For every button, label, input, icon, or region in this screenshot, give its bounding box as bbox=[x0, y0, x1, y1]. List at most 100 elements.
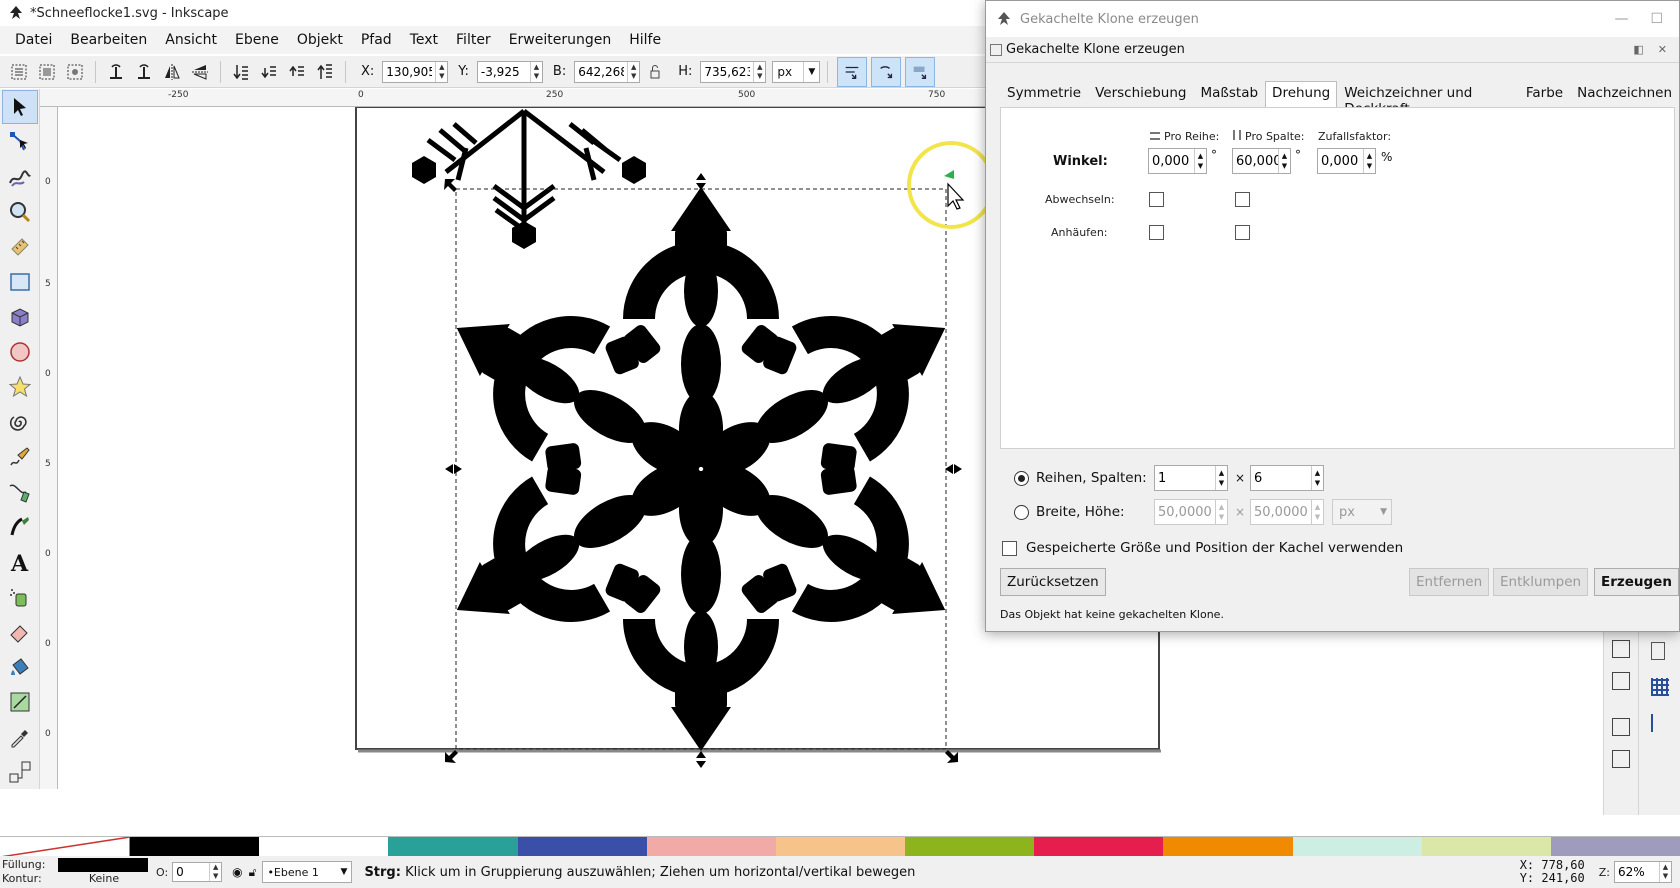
y-input[interactable] bbox=[477, 61, 530, 82]
zoom-spin-arrows[interactable]: ▲ ▼ bbox=[1659, 862, 1671, 882]
select-all-layers-icon[interactable] bbox=[34, 59, 60, 85]
menu-datei[interactable]: Datei bbox=[6, 32, 61, 48]
move-gradient-toggle[interactable] bbox=[905, 56, 936, 87]
reset-button[interactable]: Zurücksetzen bbox=[1000, 568, 1106, 596]
ungroup-icon[interactable] bbox=[1612, 750, 1630, 768]
tile-width-input[interactable] bbox=[1155, 500, 1215, 524]
deselect-icon[interactable] bbox=[62, 59, 88, 85]
palette-swatch[interactable] bbox=[1292, 837, 1422, 857]
tile-width-arrows[interactable]: ▲ ▼ bbox=[1215, 500, 1227, 524]
angle-random-input[interactable] bbox=[1318, 149, 1363, 173]
rows-cols-radio[interactable] bbox=[1014, 471, 1029, 486]
width-input[interactable] bbox=[575, 61, 628, 82]
select-all-icon[interactable] bbox=[6, 59, 32, 85]
menu-ansicht[interactable]: Ansicht bbox=[156, 32, 226, 48]
palette-swatch[interactable] bbox=[1421, 837, 1551, 857]
palette-swatch[interactable] bbox=[259, 837, 389, 857]
width-height-radio[interactable] bbox=[1014, 505, 1029, 520]
palette-swatch[interactable] bbox=[905, 837, 1035, 857]
tile-height-arrows[interactable]: ▲ ▼ bbox=[1311, 500, 1323, 524]
palette-swatch[interactable] bbox=[130, 837, 260, 857]
width-spinbox[interactable]: ▲▼ bbox=[574, 60, 641, 83]
height-input[interactable] bbox=[701, 61, 754, 82]
no-paint-swatch[interactable] bbox=[0, 836, 131, 858]
unit-select[interactable]: px ▼ bbox=[772, 60, 821, 83]
scale-radius-toggle[interactable] bbox=[871, 56, 902, 87]
zoom-input[interactable] bbox=[1615, 862, 1659, 882]
panel-collapse-icon[interactable]: ◧ bbox=[1633, 43, 1643, 56]
angle-random-arrows[interactable]: ▲ ▼ bbox=[1363, 149, 1375, 173]
menu-objekt[interactable]: Objekt bbox=[288, 32, 352, 48]
pen-tool[interactable] bbox=[2, 475, 38, 509]
text-tool[interactable]: A bbox=[2, 545, 38, 579]
cumulate-row-checkbox[interactable] bbox=[1149, 225, 1164, 240]
palette-swatch[interactable] bbox=[517, 837, 647, 857]
snap-grid-icon[interactable] bbox=[1651, 678, 1669, 696]
angle-row-spinbox[interactable]: ▲▼ bbox=[1148, 148, 1207, 174]
group-icon[interactable] bbox=[1612, 718, 1630, 736]
tweak-tool[interactable] bbox=[2, 160, 38, 194]
minimize-icon[interactable]: — bbox=[1614, 11, 1628, 27]
angle-col-input[interactable] bbox=[1233, 149, 1278, 173]
angle-row-input[interactable] bbox=[1149, 149, 1194, 173]
star-tool[interactable] bbox=[2, 370, 38, 404]
rows-arrows[interactable]: ▲ ▼ bbox=[1215, 466, 1227, 490]
height-spin-arrows[interactable]: ▲ ▼ bbox=[753, 61, 765, 82]
measure-tool[interactable] bbox=[2, 230, 38, 264]
raise-to-top-icon[interactable] bbox=[312, 59, 338, 85]
cumulate-col-checkbox[interactable] bbox=[1235, 225, 1250, 240]
raise-icon[interactable] bbox=[284, 59, 310, 85]
snap-guide-icon[interactable] bbox=[1651, 714, 1669, 732]
layer-select[interactable]: •Ebene 1 ▼ bbox=[262, 861, 353, 883]
palette-swatch[interactable] bbox=[1163, 837, 1293, 857]
tile-width-spinbox[interactable]: ▲▼ bbox=[1154, 499, 1228, 525]
snowflake-group[interactable] bbox=[417, 187, 985, 751]
lock-icon[interactable] bbox=[642, 59, 668, 85]
dialog-titlebar[interactable]: Gekachelte Klone erzeugen — ☐ bbox=[986, 1, 1679, 37]
width-spin-arrows[interactable]: ▲ ▼ bbox=[627, 61, 639, 82]
panel-close-icon[interactable]: ✕ bbox=[1658, 43, 1667, 56]
rect-tool[interactable] bbox=[2, 265, 38, 299]
selector-tool[interactable] bbox=[2, 90, 38, 124]
lock-layer-icon[interactable]: 🔓︎ bbox=[249, 865, 257, 880]
opacity-spin-arrows[interactable]: ▲ ▼ bbox=[209, 863, 221, 881]
x-input[interactable] bbox=[383, 61, 436, 82]
scale-stroke-toggle[interactable] bbox=[837, 56, 868, 87]
dropper-tool[interactable] bbox=[2, 720, 38, 754]
palette-swatch[interactable] bbox=[646, 837, 776, 857]
height-spinbox[interactable]: ▲▼ bbox=[700, 60, 767, 83]
menu-pfad[interactable]: Pfad bbox=[352, 32, 401, 48]
remove-button[interactable]: Entfernen bbox=[1409, 568, 1490, 596]
x-spin-arrows[interactable]: ▲ ▼ bbox=[435, 61, 447, 82]
angle-row-arrows[interactable]: ▲ ▼ bbox=[1194, 149, 1206, 173]
scale-handle-ne[interactable] bbox=[944, 170, 954, 179]
angle-random-spinbox[interactable]: ▲▼ bbox=[1317, 148, 1376, 174]
alternate-row-checkbox[interactable] bbox=[1149, 192, 1164, 207]
snap-bbox-icon[interactable] bbox=[1651, 642, 1665, 660]
opacity-input[interactable] bbox=[173, 863, 210, 881]
bucket-tool[interactable] bbox=[2, 650, 38, 684]
rows-input[interactable] bbox=[1155, 466, 1215, 490]
node-tool[interactable] bbox=[2, 125, 38, 159]
menu-bearbeiten[interactable]: Bearbeiten bbox=[61, 32, 156, 48]
use-saved-checkbox[interactable] bbox=[1002, 541, 1017, 556]
menu-filter[interactable]: Filter bbox=[447, 32, 500, 48]
tile-height-spinbox[interactable]: ▲▼ bbox=[1250, 499, 1324, 525]
opacity-spinbox[interactable]: ▲▼ bbox=[172, 862, 223, 882]
rotate-ccw-icon[interactable] bbox=[103, 59, 129, 85]
connector-tool[interactable] bbox=[2, 755, 38, 789]
tile-unit-select[interactable]: px ▼ bbox=[1332, 499, 1392, 525]
pencil-tool[interactable] bbox=[2, 440, 38, 474]
unlink-clone-icon[interactable] bbox=[1612, 672, 1630, 690]
rotate-cw-icon[interactable] bbox=[131, 59, 157, 85]
eraser-tool[interactable] bbox=[2, 615, 38, 649]
lower-to-bottom-icon[interactable] bbox=[228, 59, 254, 85]
palette-swatch[interactable] bbox=[388, 837, 518, 857]
ruler-vertical[interactable]: 0 5 0 5 0 0 0 bbox=[40, 107, 58, 789]
menu-hilfe[interactable]: Hilfe bbox=[620, 32, 670, 48]
menu-text[interactable]: Text bbox=[401, 32, 447, 48]
zoom-tool[interactable] bbox=[2, 195, 38, 229]
angle-col-arrows[interactable]: ▲ ▼ bbox=[1278, 149, 1290, 173]
rows-spinbox[interactable]: ▲▼ bbox=[1154, 465, 1228, 491]
gradient-tool[interactable] bbox=[2, 685, 38, 719]
